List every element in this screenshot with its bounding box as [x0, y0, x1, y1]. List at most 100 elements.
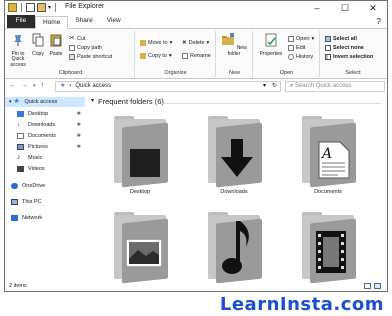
rename-button[interactable]: Rename	[182, 52, 211, 60]
divider	[21, 3, 22, 12]
copy-to-label: Copy to	[148, 53, 167, 59]
folder-videos[interactable]	[293, 212, 363, 285]
paste-button[interactable]: Paste	[47, 33, 65, 57]
ribbon-tabs: File Home Share View ?	[5, 15, 387, 29]
chevron-down-icon: ▾	[206, 40, 210, 46]
clipboard-label: Clipboard	[58, 70, 83, 76]
nav-item-documents[interactable]: Documents ✱	[5, 131, 85, 141]
music-icon: ♪	[17, 154, 21, 161]
desktop-icon	[17, 111, 24, 117]
select-all-label: Select all	[333, 36, 357, 42]
nav-label: OneDrive	[22, 183, 46, 189]
ribbon: Pin to Quick access Copy Paste ✂ Cut Copy…	[5, 29, 387, 79]
nav-item-desktop[interactable]: Desktop ✱	[5, 109, 85, 119]
properties-button[interactable]: Properties	[258, 33, 284, 57]
history-button[interactable]: History	[288, 53, 313, 61]
content-pane: ▾ Frequent folders (6) Desktop Downloads	[87, 95, 387, 284]
maximize-button[interactable]: ☐	[331, 1, 359, 15]
nav-item-pictures[interactable]: Pictures ✱	[5, 142, 85, 152]
help-icon[interactable]: ?	[377, 16, 381, 28]
frequent-folders-header[interactable]: ▾ Frequent folders (6)	[91, 97, 164, 106]
back-arrow-icon[interactable]: ←	[9, 82, 16, 91]
copy-to-button[interactable]: Copy to ▾	[140, 52, 172, 60]
tab-home[interactable]: Home	[35, 16, 69, 29]
scissors-icon: ✂	[69, 35, 75, 42]
paste-label: Paste	[49, 50, 63, 57]
nav-item-music[interactable]: ♪ Music	[5, 153, 85, 163]
recent-locations-icon[interactable]: ▾	[33, 82, 36, 91]
new-label: New	[228, 70, 240, 76]
computer-icon	[11, 199, 18, 205]
folder-music[interactable]	[199, 212, 269, 285]
pictures-icon	[126, 239, 162, 267]
large-icons-view-icon[interactable]	[374, 283, 381, 289]
clipboard-group: Pin to Quick access Copy Paste ✂ Cut Copy…	[7, 31, 135, 77]
details-view-icon[interactable]	[364, 283, 371, 289]
pin-button[interactable]: Pin to Quick access	[7, 33, 29, 68]
folder-icon	[300, 212, 356, 284]
invert-selection-button[interactable]: Invert selection	[325, 53, 373, 61]
nav-item-network[interactable]: Network	[5, 213, 85, 223]
rename-label: Rename	[190, 53, 211, 59]
window-controls: – ☐ ✕	[303, 1, 387, 15]
properties-icon[interactable]	[26, 3, 35, 12]
document-icon	[17, 133, 24, 139]
folder-desktop[interactable]: Desktop	[105, 116, 175, 195]
folder-icon	[112, 212, 168, 284]
svg-text:A: A	[320, 146, 332, 162]
copy-path-button[interactable]: Copy path	[69, 44, 102, 52]
up-arrow-icon[interactable]: ↑	[41, 82, 45, 91]
open-button[interactable]: Open ▾	[288, 35, 314, 43]
new-group: New folder New	[217, 31, 253, 77]
cut-button[interactable]: ✂ Cut	[69, 35, 86, 43]
forward-arrow-icon[interactable]: →	[21, 82, 28, 91]
select-none-button[interactable]: Select none	[325, 44, 364, 52]
explorer-window: ▾ File Explorer – ☐ ✕ File Home Share Vi…	[4, 0, 388, 292]
nav-item-quick-access[interactable]: ▾ ★ Quick access	[5, 97, 85, 107]
tab-share[interactable]: Share	[68, 15, 99, 28]
edit-button[interactable]: Edit	[288, 44, 305, 52]
paste-icon	[50, 34, 62, 47]
folder-pictures[interactable]	[105, 212, 175, 285]
copy-button[interactable]: Copy	[29, 33, 47, 57]
paste-shortcut-button[interactable]: Paste shortcut	[69, 53, 112, 61]
nav-label: Quick access	[24, 99, 58, 105]
folder-downloads[interactable]: Downloads	[199, 116, 269, 195]
delete-button[interactable]: ✕ Delete ▾	[182, 39, 209, 47]
nav-item-this-pc[interactable]: This PC	[5, 197, 85, 207]
network-icon	[11, 215, 18, 221]
move-to-label: Move to	[148, 40, 168, 46]
nav-item-downloads[interactable]: ↓ Downloads ✱	[5, 120, 85, 130]
nav-label: Downloads	[28, 122, 56, 128]
search-box[interactable]: ⌕ Search Quick access	[285, 81, 385, 92]
folder-documents[interactable]: A Documents	[293, 116, 363, 195]
breadcrumb-separator-icon: ›	[69, 83, 72, 89]
chevron-down-icon: ▾	[9, 99, 12, 105]
select-none-label: Select none	[333, 45, 364, 51]
tab-view[interactable]: View	[100, 15, 128, 28]
star-icon: ★	[13, 98, 20, 105]
nav-item-videos[interactable]: Videos	[5, 164, 85, 174]
copy-path-icon	[69, 45, 75, 51]
pictures-icon	[17, 144, 24, 150]
new-folder-button[interactable]: New folder	[221, 33, 247, 57]
history-icon	[288, 54, 294, 60]
move-to-button[interactable]: Move to ▾	[140, 39, 172, 47]
nav-item-onedrive[interactable]: OneDrive	[5, 181, 85, 191]
minimize-button[interactable]: –	[303, 1, 331, 15]
breadcrumb-quick-access[interactable]: Quick access	[75, 82, 111, 91]
paste-shortcut-label: Paste shortcut	[77, 54, 113, 60]
folder-icon	[8, 3, 17, 12]
chevron-down-icon[interactable]: ▾	[263, 82, 266, 91]
new-folder-icon	[222, 33, 235, 45]
close-button[interactable]: ✕	[359, 1, 387, 15]
select-all-button[interactable]: Select all	[325, 35, 357, 43]
new-folder-icon[interactable]	[37, 3, 46, 12]
copy-label: Copy	[32, 50, 44, 57]
edit-icon	[288, 45, 294, 51]
refresh-icon[interactable]: ↻	[272, 82, 277, 91]
folder-label: Documents	[314, 189, 342, 195]
tab-file[interactable]: File	[7, 15, 35, 28]
address-bar[interactable]: ★ › Quick access ▾ ↻	[55, 81, 281, 92]
qat-dropdown-icon[interactable]: ▾	[48, 4, 51, 11]
